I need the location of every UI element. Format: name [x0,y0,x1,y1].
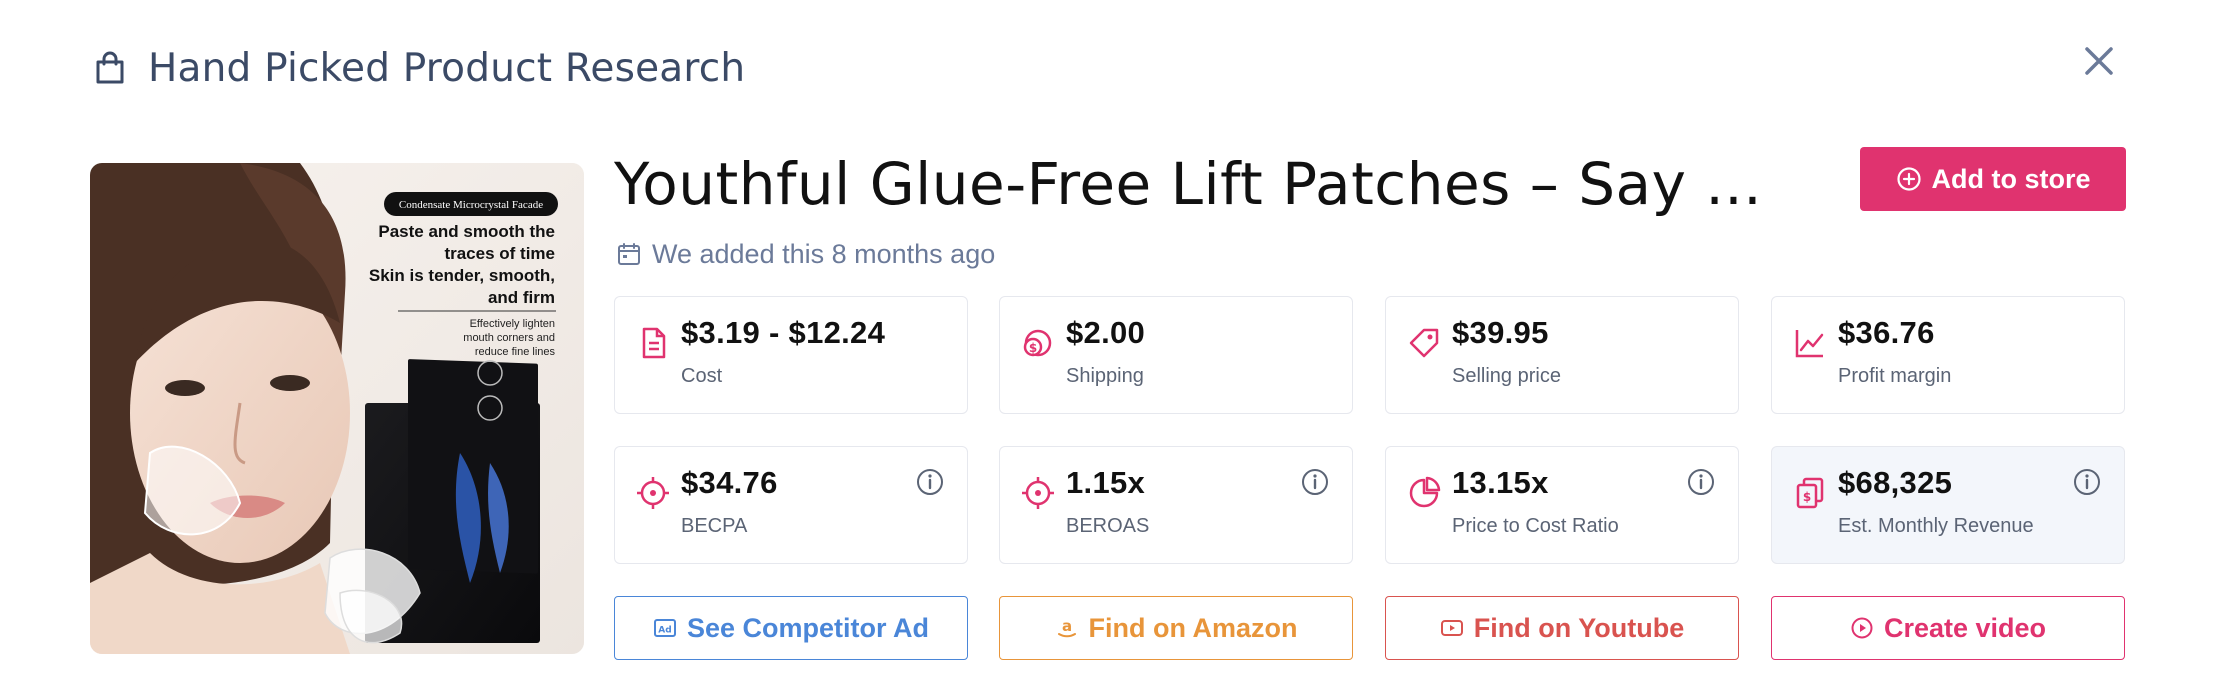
info-icon[interactable] [915,467,945,497]
stat-value: $3.19 - $12.24 [681,315,886,350]
product-title: Youthful Glue-Free Lift Patches – Say ..… [614,150,1763,218]
money-stack-icon: $ [1796,477,1824,509]
image-headline-1: Paste and smooth the [378,222,555,241]
stat-card-price-cost-ratio: 13.15x Price to Cost Ratio [1385,446,1739,564]
close-icon [2085,47,2113,75]
coins-icon: $ [1023,329,1052,357]
image-headline-4: and firm [488,288,555,307]
stat-card-profit-margin: $36.76 Profit margin [1771,296,2125,414]
image-headline-3: Skin is tender, smooth, [369,266,555,285]
image-sub-3: reduce fine lines [475,346,556,358]
stat-label: BEROAS [1066,515,1150,537]
svg-text:$: $ [1803,490,1811,504]
stat-card-monthly-revenue: $ $68,325 Est. Monthly Revenue [1771,446,2125,564]
stat-value: 1.15x [1066,465,1146,500]
image-badge-text: Condensate Microcrystal Facade [399,199,543,211]
stat-value: $36.76 [1838,315,1935,350]
stat-value: 13.15x [1452,465,1549,500]
added-date-text: We added this 8 months ago [652,238,996,269]
chart-line-icon [1795,330,1824,358]
stat-value: $34.76 [681,465,778,500]
find-on-youtube-label: Find on Youtube [1473,612,1685,643]
document-icon [642,327,666,359]
stat-card-shipping: $ $2.00 Shipping [999,296,1353,414]
modal-header: Hand Picked Product Research [90,40,745,96]
stat-value: $68,325 [1838,465,1953,500]
added-date: We added this 8 months ago [616,236,995,272]
stat-label: Shipping [1066,365,1144,387]
svg-text:$: $ [1029,341,1037,355]
image-sub-1: Effectively lighten [470,318,555,330]
stat-label: Cost [681,365,723,387]
crosshair-icon [637,477,669,509]
see-competitor-ad-button[interactable]: Ad See Competitor Ad [614,596,968,660]
calendar-icon [618,243,640,265]
stat-label: Selling price [1452,365,1561,387]
close-button[interactable] [2078,40,2120,82]
stat-card-selling-price: $39.95 Selling price [1385,296,1739,414]
stat-label: Profit margin [1838,365,1952,387]
tag-icon [1409,328,1439,358]
info-icon[interactable] [1686,467,1716,497]
stat-card-beroas: 1.15x BEROAS [999,446,1353,564]
youtube-icon [1440,620,1463,636]
play-circle-icon [1851,617,1873,639]
see-competitor-ad-label: See Competitor Ad [686,612,930,643]
stat-label: Price to Cost Ratio [1452,515,1619,537]
find-on-amazon-button[interactable]: a Find on Amazon [999,596,1353,660]
plus-circle-icon [1896,167,1921,191]
stat-card-cost: $3.19 - $12.24 Cost [614,296,968,414]
stat-value: $2.00 [1066,315,1146,350]
product-image: Condensate Microcrystal Facade Paste and… [90,163,584,654]
find-on-youtube-button[interactable]: Find on Youtube [1385,596,1739,660]
stat-label: BECPA [681,515,748,537]
image-headline-2: traces of time [444,244,555,263]
svg-text:Ad: Ad [658,626,671,636]
stat-card-becpa: $34.76 BECPA [614,446,968,564]
add-to-store-button[interactable]: Add to store [1860,147,2126,211]
add-to-store-label: Add to store [1931,163,2091,194]
stat-value: $39.95 [1452,315,1549,350]
pie-chart-icon [1409,476,1441,508]
shopping-bag-icon [96,51,124,84]
crosshair-icon [1022,477,1054,509]
create-video-label: Create video [1883,612,2047,643]
ad-icon: Ad [653,619,676,637]
amazon-icon: a [1057,617,1076,638]
find-on-amazon-label: Find on Amazon [1088,612,1298,643]
info-icon[interactable] [1300,467,1330,497]
modal-title: Hand Picked Product Research [148,45,746,91]
create-video-button[interactable]: Create video [1771,596,2125,660]
info-icon[interactable] [2072,467,2102,497]
stat-label: Est. Monthly Revenue [1838,515,2034,537]
svg-text:a: a [1061,617,1071,635]
image-sub-2: mouth corners and [463,332,555,344]
